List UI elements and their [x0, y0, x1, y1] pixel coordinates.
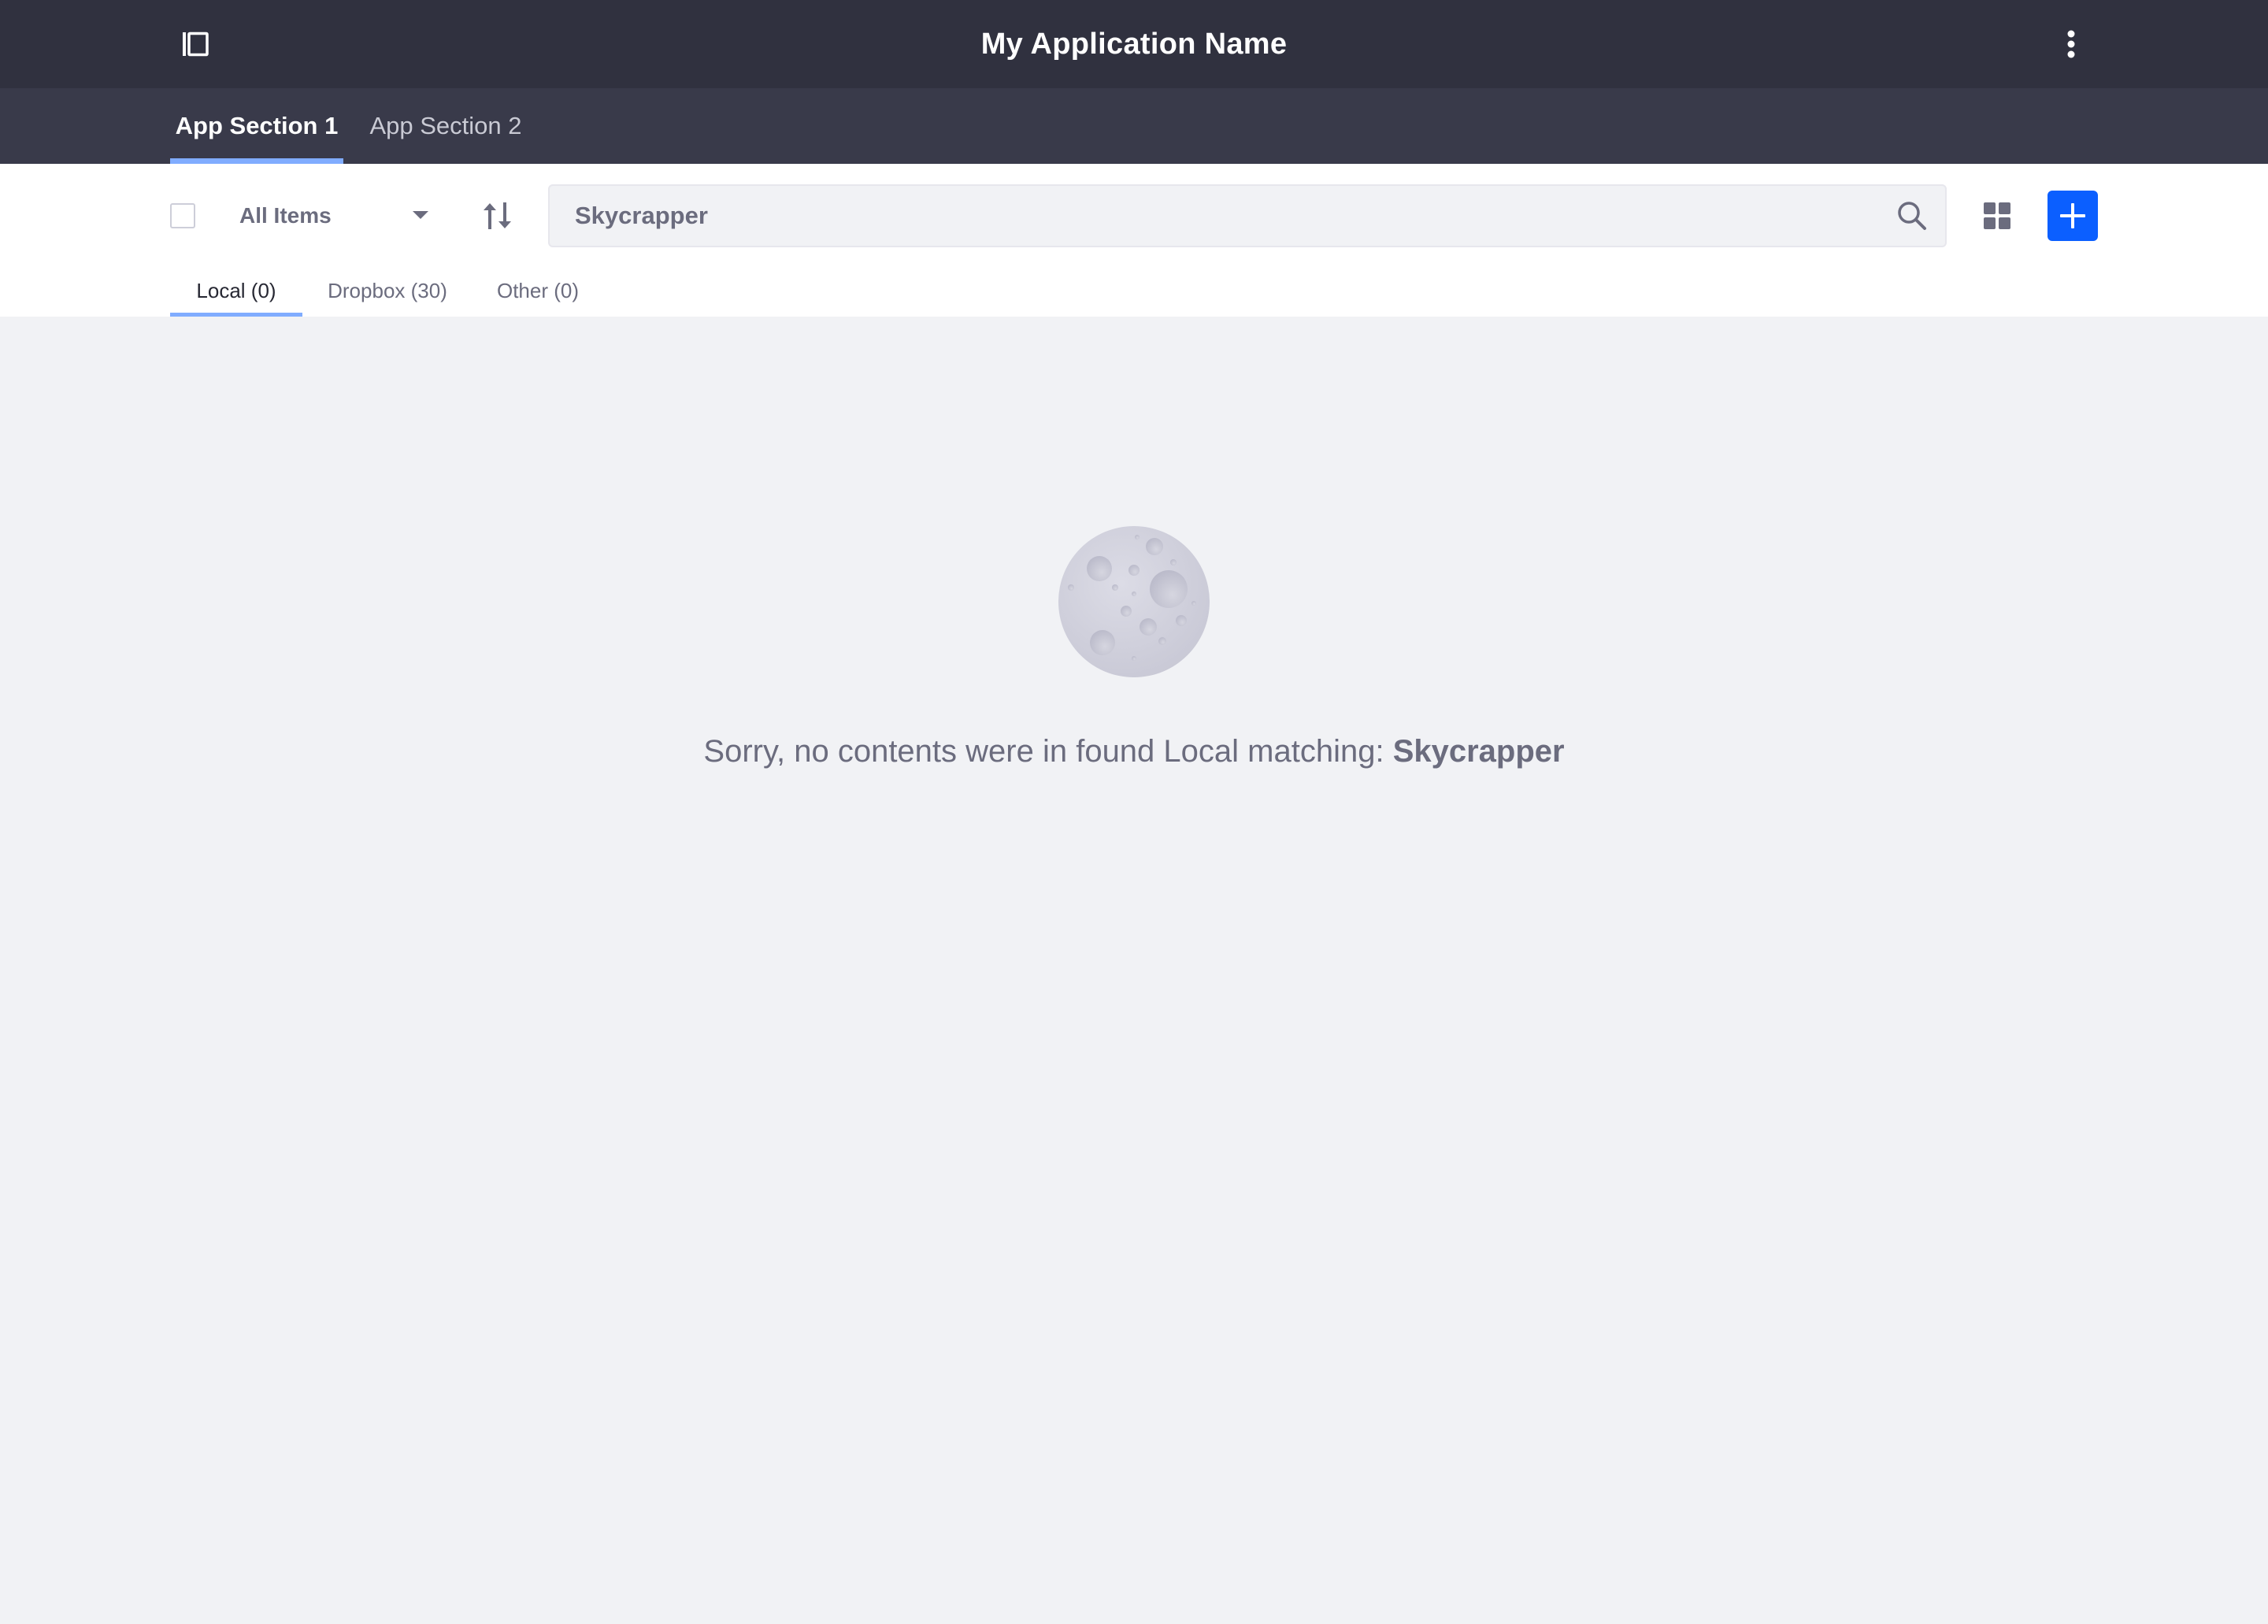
search-icon: [1898, 202, 1926, 230]
filter-dropdown[interactable]: All Items: [228, 192, 433, 239]
filter-dropdown-label: All Items: [239, 203, 332, 228]
grid-view-icon: [1984, 202, 2010, 229]
search-button[interactable]: [1896, 200, 1928, 232]
management-toolbar: All Items Local (0) Dro: [0, 164, 2268, 317]
moon-icon: [1058, 526, 1210, 677]
app-title: My Application Name: [980, 28, 1288, 61]
section-nav: App Section 1 App Section 2: [0, 88, 2268, 164]
sort-arrows-icon: [484, 202, 511, 229]
more-options-button[interactable]: [2051, 24, 2092, 65]
select-all-checkbox[interactable]: [170, 203, 195, 228]
empty-message-text: Sorry, no contents were in found Local m…: [703, 734, 1393, 769]
search-input[interactable]: [550, 186, 1873, 246]
tab-app-section-2[interactable]: App Section 2: [364, 88, 528, 164]
view-toggle-button[interactable]: [1978, 195, 2016, 236]
sort-button[interactable]: [476, 192, 520, 239]
add-button[interactable]: [2048, 191, 2098, 241]
search-query-text: Skycrapper: [1392, 734, 1565, 769]
caret-down-icon: [413, 211, 428, 219]
tab-dropbox[interactable]: Dropbox (30): [318, 271, 457, 317]
tab-other[interactable]: Other (0): [484, 271, 592, 317]
app-bar: My Application Name: [0, 0, 2268, 88]
search-box: [548, 184, 1947, 247]
vertical-ellipsis-icon: [2067, 30, 2075, 58]
tab-local[interactable]: Local (0): [170, 271, 302, 317]
tab-app-section-1[interactable]: App Section 1: [170, 88, 343, 164]
empty-message: Sorry, no contents were in found Local m…: [0, 734, 2268, 769]
plus-icon: [2060, 203, 2085, 228]
